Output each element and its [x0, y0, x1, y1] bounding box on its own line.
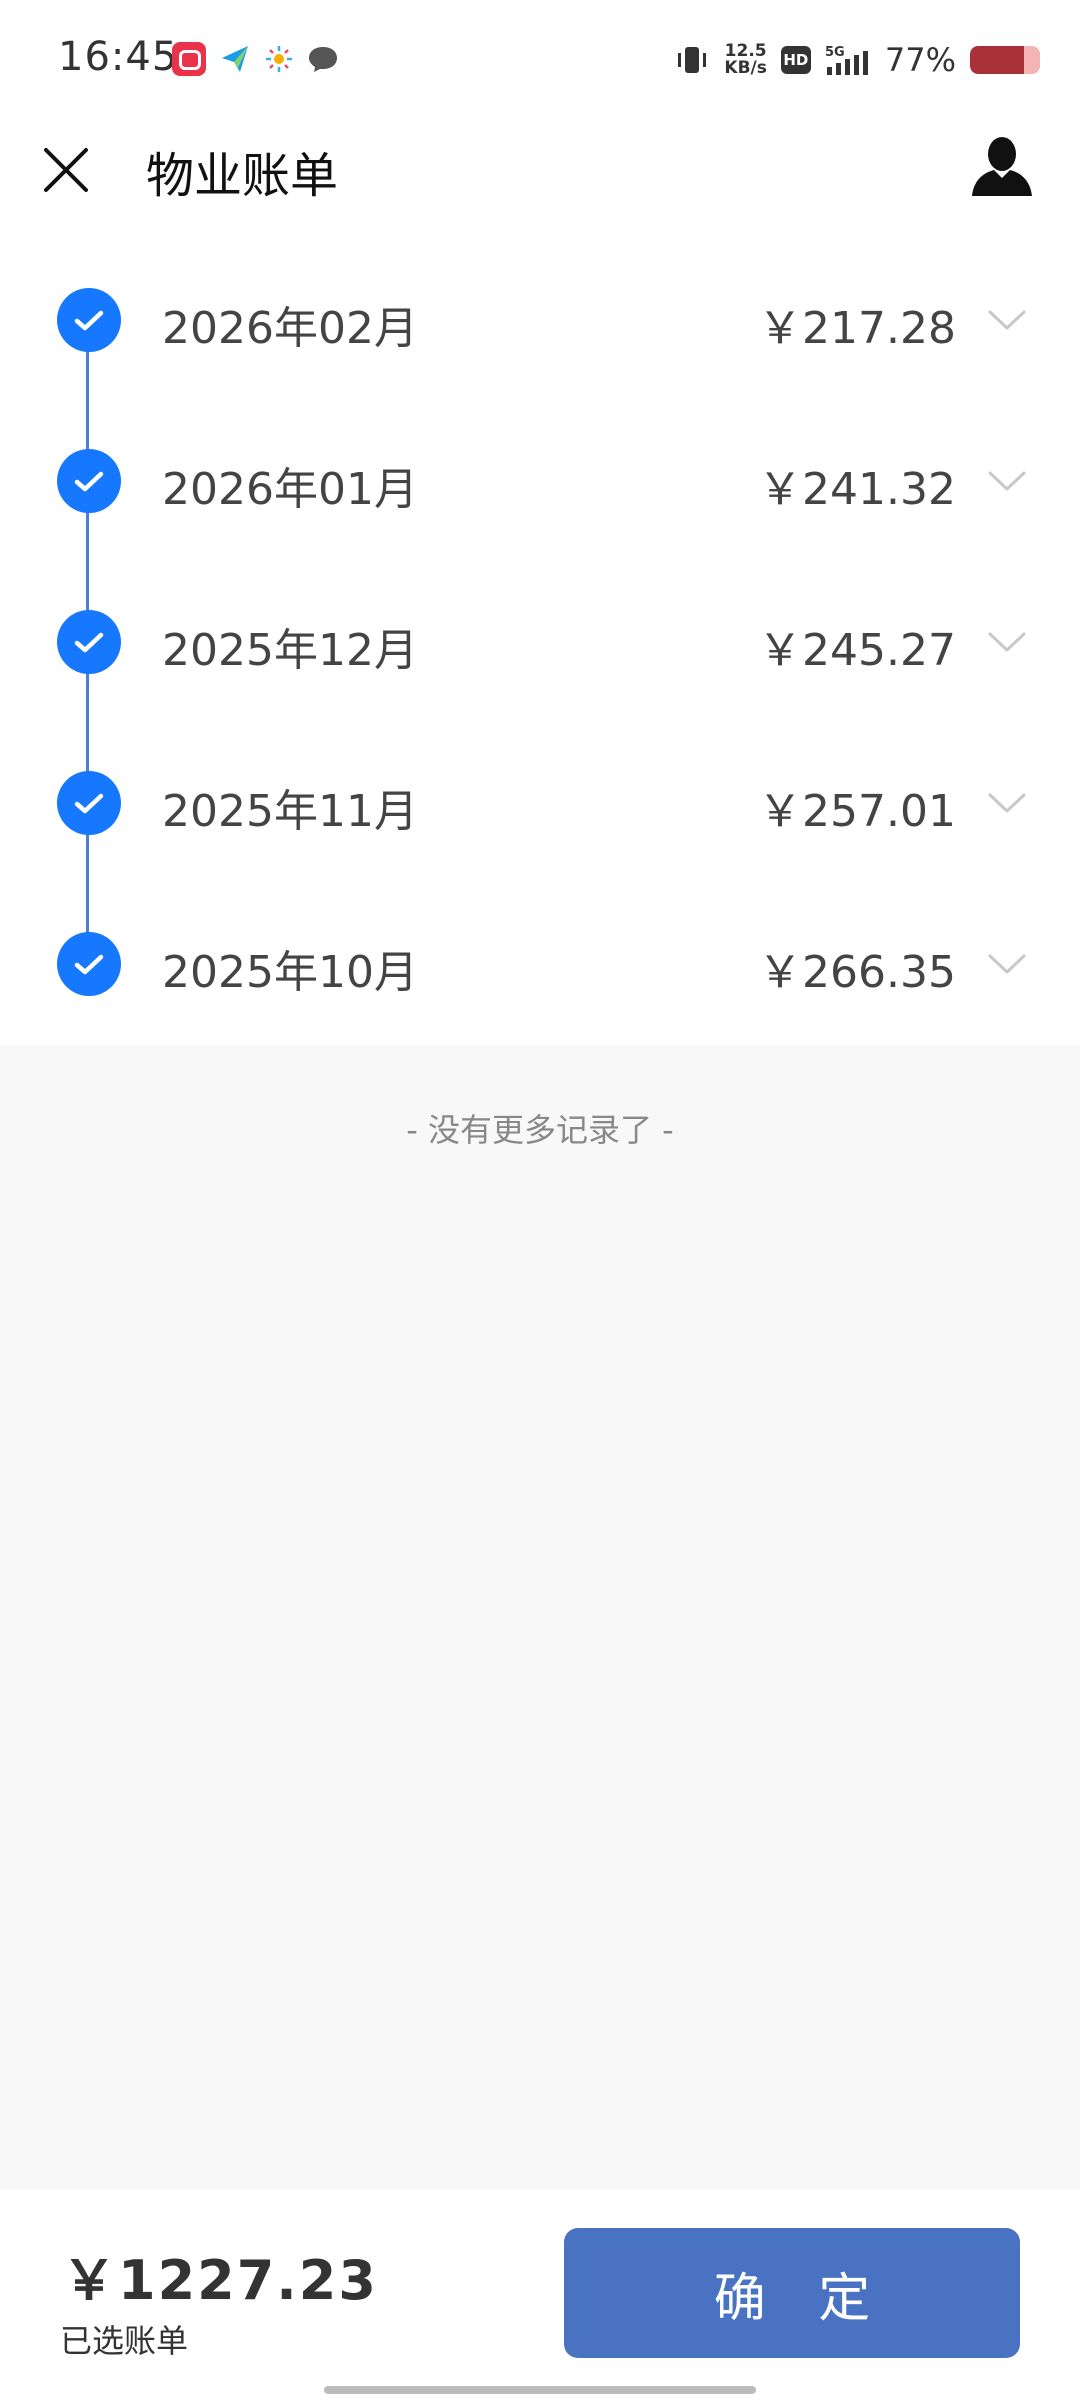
signal-5g-icon: 5G	[825, 45, 868, 75]
bill-row[interactable]: 2026年01月 ￥241.32	[0, 431, 1080, 531]
chevron-down-icon[interactable]	[984, 298, 1030, 344]
chevron-down-icon[interactable]	[984, 459, 1030, 505]
network-speed-unit: KB/s	[724, 58, 767, 78]
sun-app-icon	[262, 42, 296, 76]
bill-amount: ￥266.35	[758, 947, 956, 998]
checkbox-checked-icon[interactable]	[57, 288, 121, 352]
network-type-label: 5G	[825, 45, 845, 60]
checkbox-checked-icon[interactable]	[57, 932, 121, 996]
home-indicator[interactable]	[324, 2386, 756, 2394]
selected-total-amount: ￥1227.23	[62, 2249, 378, 2312]
chevron-down-icon[interactable]	[984, 942, 1030, 988]
page-title: 物业账单	[146, 148, 339, 204]
checkbox-checked-icon[interactable]	[57, 771, 121, 835]
chevron-down-icon[interactable]	[984, 781, 1030, 827]
confirm-button[interactable]: 确 定	[564, 2228, 1020, 2358]
network-speed: 12.5 KB/s	[724, 43, 766, 77]
bill-month: 2026年01月	[162, 464, 418, 515]
chevron-down-icon[interactable]	[984, 620, 1030, 666]
status-bar: 16:45 12.5 KB/s HD 5G 77%	[0, 0, 1080, 120]
status-time: 16:45	[58, 34, 179, 80]
bill-month: 2025年12月	[162, 625, 418, 676]
bill-month: 2025年11月	[162, 786, 418, 837]
vibrate-icon	[678, 47, 707, 73]
close-icon[interactable]	[38, 142, 94, 198]
bill-row[interactable]: 2025年12月 ￥245.27	[0, 592, 1080, 692]
selected-total-label: 已选账单	[60, 2322, 189, 2360]
checkbox-checked-icon[interactable]	[57, 449, 121, 513]
header: 物业账单	[0, 120, 1080, 260]
battery-fill	[970, 46, 1024, 74]
send-app-icon	[218, 42, 252, 76]
bill-list: 2026年02月 ￥217.28 2026年01月 ￥241.32 2025年12月 ￥2…	[0, 240, 1080, 1045]
bottom-bar: ￥1227.23 已选账单 确 定	[0, 2190, 1080, 2400]
bill-month: 2025年10月	[162, 947, 418, 998]
bill-amount: ￥245.27	[758, 625, 956, 676]
battery-percent: 77%	[884, 41, 956, 79]
notification-app-icon	[172, 42, 206, 76]
bill-month: 2026年02月	[162, 303, 418, 354]
bill-row[interactable]: 2026年02月 ￥217.28	[0, 270, 1080, 370]
checkbox-checked-icon[interactable]	[57, 610, 121, 674]
bill-amount: ￥217.28	[758, 303, 956, 354]
battery-icon	[970, 46, 1040, 74]
status-indicators: 12.5 KB/s HD 5G 77%	[674, 34, 1040, 86]
bill-row[interactable]: 2025年10月 ￥266.35	[0, 914, 1080, 1014]
hd-badge: HD	[780, 46, 811, 74]
bill-row[interactable]: 2025年11月 ￥257.01	[0, 753, 1080, 853]
message-app-icon	[306, 42, 340, 76]
no-more-records: - 没有更多记录了 -	[406, 1111, 674, 1149]
bill-amount: ￥241.32	[758, 464, 956, 515]
user-icon[interactable]	[970, 134, 1034, 198]
bill-amount: ￥257.01	[758, 786, 956, 837]
